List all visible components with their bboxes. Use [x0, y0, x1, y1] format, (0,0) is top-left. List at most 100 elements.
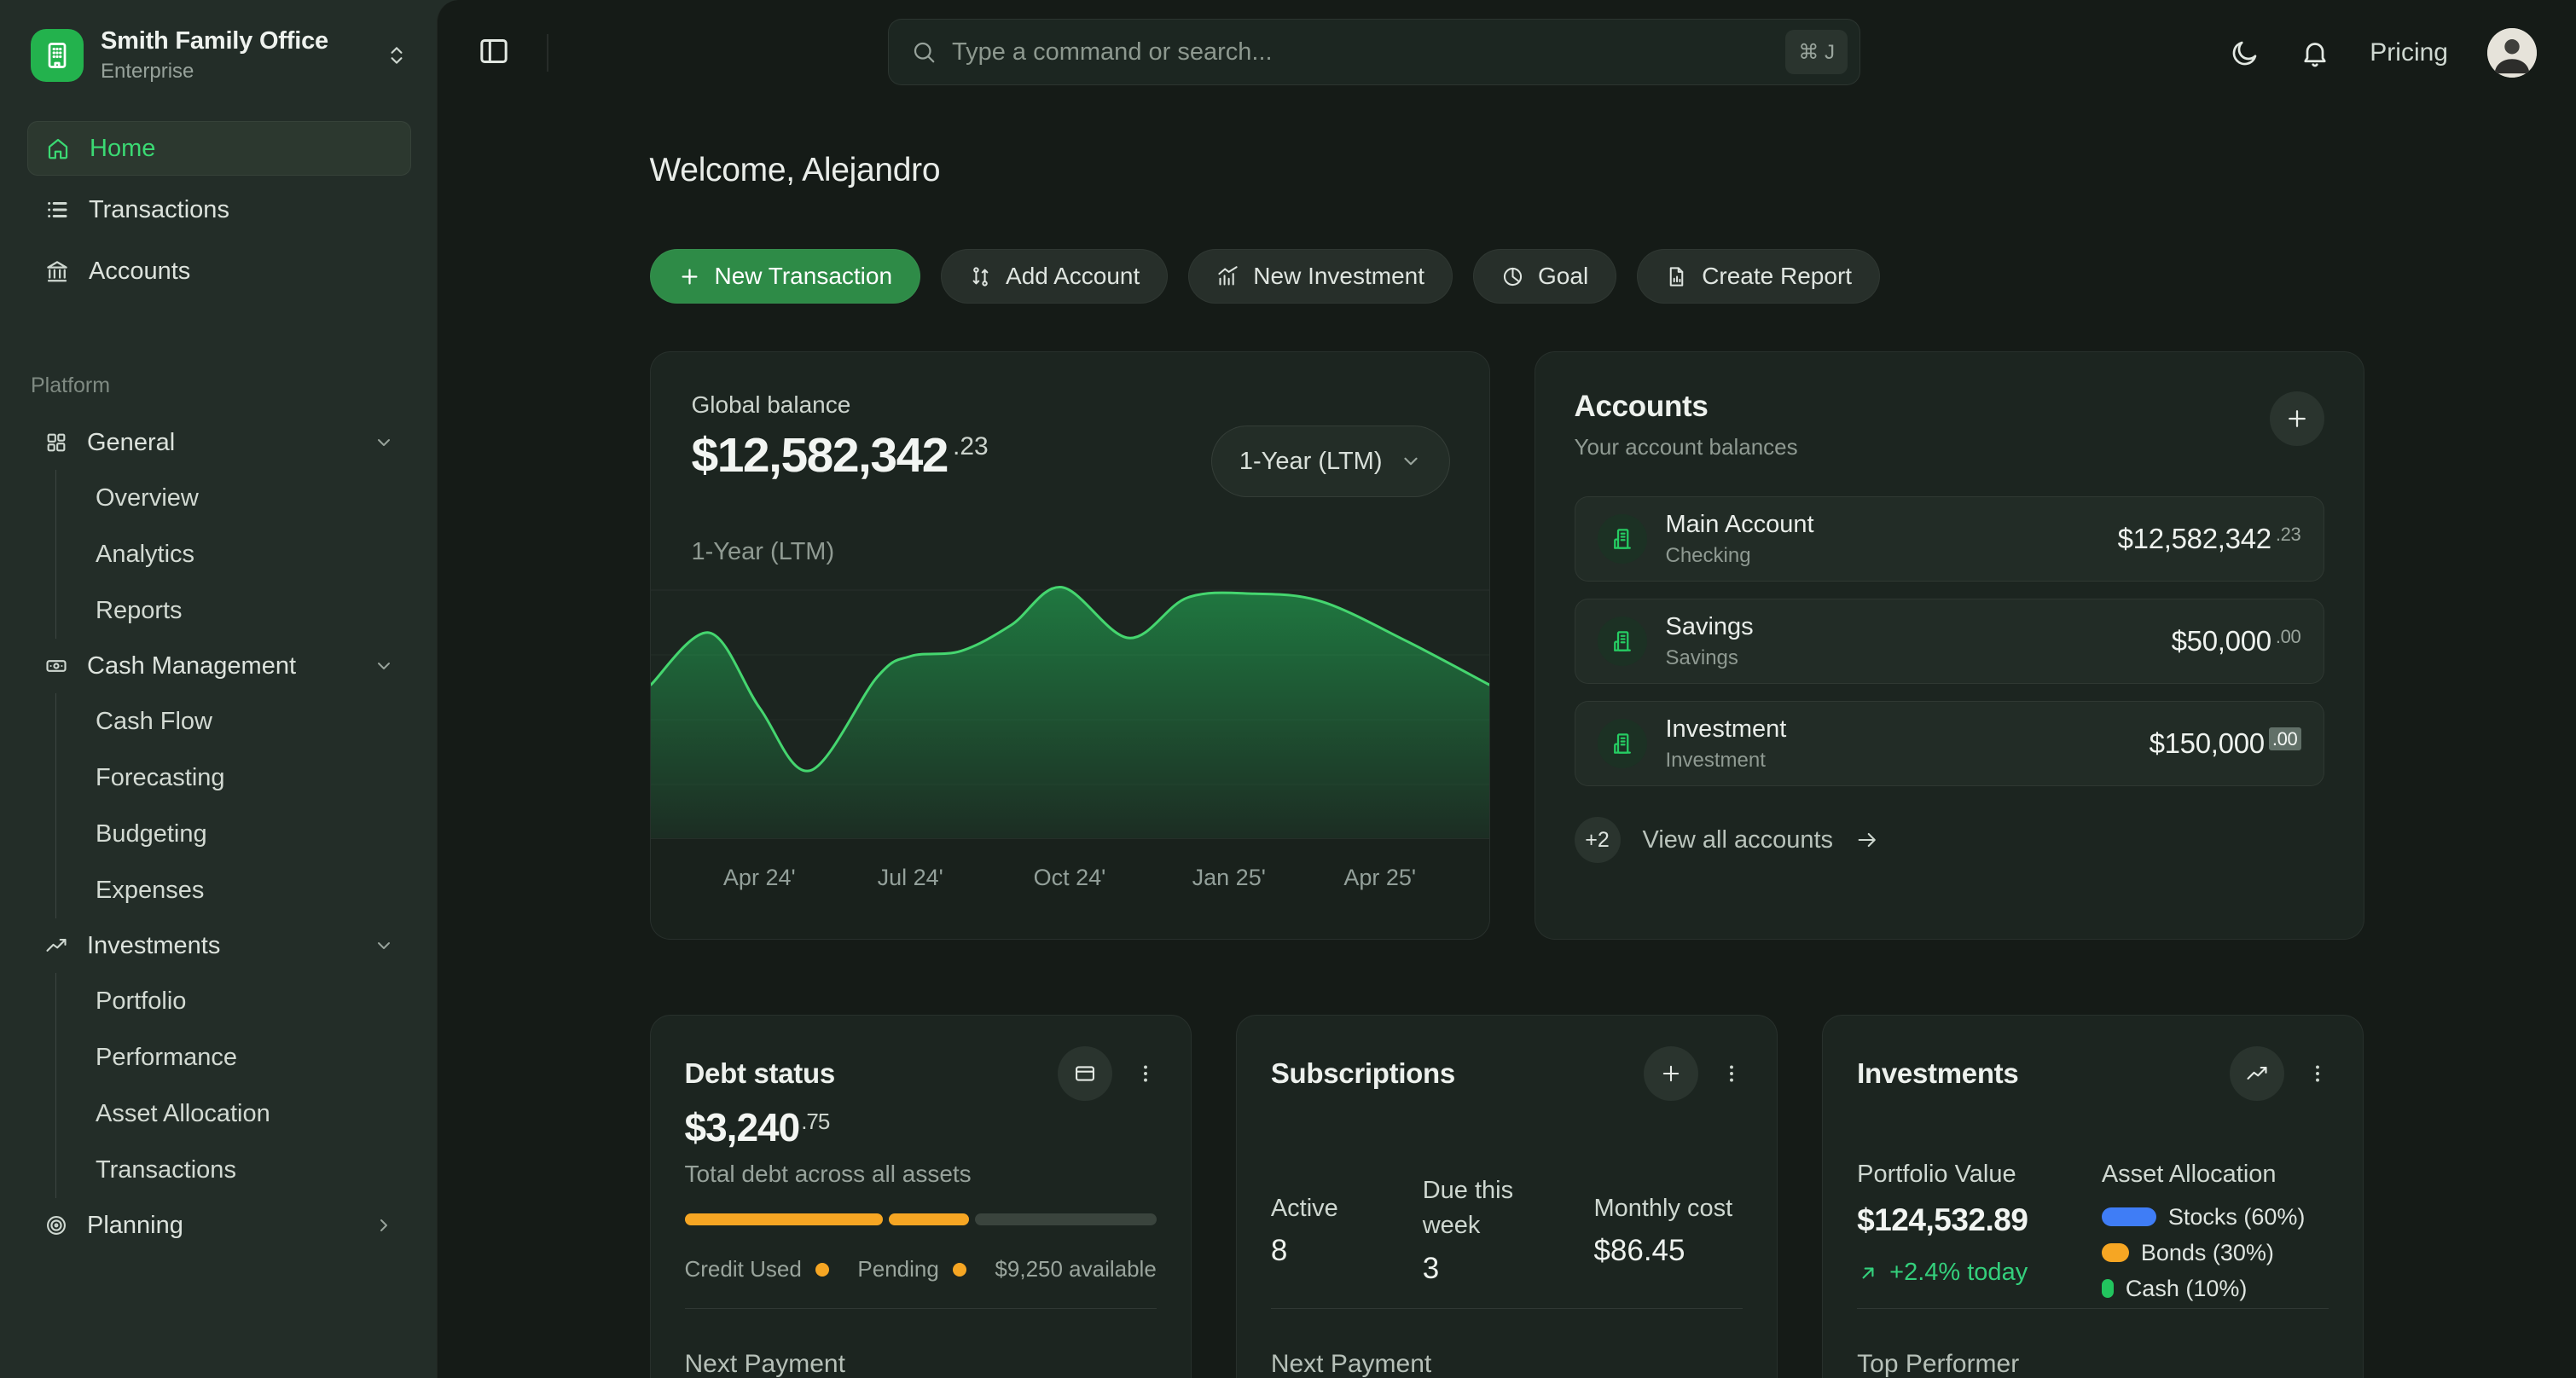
sidebar-item-cash-flow[interactable]: Cash Flow	[56, 693, 411, 750]
bank-building-icon	[1598, 514, 1647, 564]
bank-icon	[44, 258, 70, 284]
dark-mode-toggle-button[interactable]	[2230, 38, 2260, 68]
sidebar-item-budgeting[interactable]: Budgeting	[56, 806, 411, 862]
add-account-button[interactable]: Add Account	[941, 249, 1168, 304]
moon-icon	[2230, 38, 2260, 68]
workspace-switcher[interactable]: Smith Family Office Enterprise	[27, 22, 411, 89]
sidebar-item-asset-allocation[interactable]: Asset Allocation	[56, 1086, 411, 1142]
user-avatar[interactable]	[2487, 28, 2537, 78]
x-axis-tick: Jan 25'	[1192, 865, 1266, 891]
debt-amount-decimal: .75	[801, 1109, 829, 1134]
sidebar-item-portfolio[interactable]: Portfolio	[56, 973, 411, 1029]
account-type: Investment	[1666, 749, 1787, 773]
add-account-plus-button[interactable]	[2270, 391, 2324, 446]
subscriptions-card: Subscriptions Active	[1236, 1015, 1778, 1378]
account-row-savings[interactable]: Savings Savings $50,000.00	[1575, 599, 2324, 684]
allocation-label: Stocks (60%)	[2168, 1204, 2306, 1230]
kebab-menu-icon[interactable]	[1720, 1062, 1743, 1085]
debt-progress-remaining	[975, 1213, 1157, 1225]
sidebar-item-home[interactable]: Home	[27, 121, 411, 176]
next-payment-label: Next Payment	[685, 1350, 845, 1378]
accounts-card-title: Accounts	[1575, 390, 2324, 424]
chevron-down-icon	[1400, 450, 1422, 472]
sidebar-item-performance[interactable]: Performance	[56, 1029, 411, 1086]
account-row-main[interactable]: Main Account Checking $12,582,342.23	[1575, 496, 2324, 582]
sidebar-item-label: Reports	[96, 597, 183, 625]
accounts-card: Accounts Your account balances Main Acco…	[1535, 351, 2364, 940]
bottom-cards-row: Debt status $3,240.75	[650, 1015, 2364, 1378]
account-balance-decimal: .00	[2276, 626, 2301, 647]
sidebar-item-label: Budgeting	[96, 820, 207, 848]
sidebar-item-transactions[interactable]: Transactions	[27, 182, 411, 237]
balance-card-title: Global balance	[692, 391, 851, 419]
more-accounts-badge: +2	[1575, 817, 1621, 863]
trending-up-icon	[44, 934, 68, 958]
allocation-item-bonds: Bonds (30%)	[2102, 1240, 2329, 1265]
investments-trend-button[interactable]	[2230, 1046, 2284, 1101]
sidebar-item-accounts[interactable]: Accounts	[27, 244, 411, 298]
sidebar-group-planning[interactable]: Planning	[27, 1198, 411, 1253]
sidebar-item-label: Performance	[96, 1044, 237, 1072]
x-axis-tick: Oct 24'	[1034, 865, 1106, 891]
account-type: Checking	[1666, 544, 1814, 568]
sidebar-item-forecasting[interactable]: Forecasting	[56, 750, 411, 806]
sidebar-item-inv-transactions[interactable]: Transactions	[56, 1142, 411, 1198]
subscription-stats: Active 8 Due this week 3 Monthly cost $8…	[1271, 1166, 1743, 1294]
allocation-swatch	[2102, 1207, 2156, 1226]
account-list: Main Account Checking $12,582,342.23 Sav…	[1575, 496, 2324, 786]
sidebar-group-investments[interactable]: Investments	[27, 918, 411, 973]
debt-progress-pending	[889, 1213, 969, 1225]
sidebar-item-label: Transactions	[89, 196, 229, 224]
investments-card-title: Investments	[1857, 1057, 2018, 1090]
sidebar-item-label: Expenses	[96, 877, 204, 905]
command-search[interactable]: ⌘ J	[888, 19, 1860, 85]
account-row-investment[interactable]: Investment Investment $150,000.00	[1575, 701, 2324, 786]
notifications-button[interactable]	[2300, 38, 2330, 68]
page-title: Welcome, Alejandro	[650, 152, 2364, 189]
subscriptions-card-title: Subscriptions	[1271, 1057, 1455, 1090]
sidebar-group-general[interactable]: General	[27, 415, 411, 470]
sidebar-toggle-button[interactable]	[477, 34, 511, 68]
next-payment-label: Next Payment	[1271, 1350, 1431, 1378]
button-label: Create Report	[1702, 263, 1852, 290]
sidebar-group-cash-management[interactable]: Cash Management	[27, 639, 411, 693]
chart-x-axis: Apr 24' Jul 24' Oct 24' Jan 25' Apr 25'	[651, 838, 1489, 939]
sidebar-item-label: Analytics	[96, 541, 194, 569]
new-investment-button[interactable]: New Investment	[1188, 249, 1453, 304]
sidebar-item-reports[interactable]: Reports	[56, 582, 411, 639]
view-all-accounts-link[interactable]: +2 View all accounts	[1575, 817, 2324, 863]
kebab-menu-icon[interactable]	[2306, 1062, 2329, 1085]
add-subscription-button[interactable]	[1644, 1046, 1698, 1101]
pricing-link[interactable]: Pricing	[2370, 38, 2448, 67]
debt-card-action-button[interactable]	[1058, 1046, 1112, 1101]
button-label: New Investment	[1253, 263, 1424, 290]
search-input[interactable]	[952, 38, 1770, 67]
account-balance-decimal: .00	[2269, 727, 2301, 750]
button-label: Add Account	[1006, 263, 1140, 290]
portfolio-value-label: Portfolio Value	[1857, 1161, 2085, 1189]
workspace-plan: Enterprise	[101, 60, 328, 84]
banknote-icon	[44, 654, 68, 678]
sidebar-group-label: Investments	[87, 932, 220, 960]
allocation-swatch	[2102, 1279, 2114, 1298]
balance-period-label: 1-Year (LTM)	[692, 538, 835, 566]
kebab-menu-icon[interactable]	[1134, 1062, 1157, 1085]
sidebar-item-overview[interactable]: Overview	[56, 470, 411, 526]
goal-button[interactable]: Goal	[1473, 249, 1616, 304]
sidebar-item-expenses[interactable]: Expenses	[56, 862, 411, 918]
range-selector-dropdown[interactable]: 1-Year (LTM)	[1211, 426, 1450, 497]
new-transaction-button[interactable]: New Transaction	[650, 249, 921, 304]
card-divider	[1271, 1308, 1743, 1309]
create-report-button[interactable]: Create Report	[1637, 249, 1880, 304]
topbar: ⌘ J Pricing	[438, 0, 2576, 106]
change-value: +2.4% today	[1889, 1259, 2028, 1287]
plus-icon	[2284, 406, 2310, 431]
debt-card-title: Debt status	[685, 1057, 835, 1090]
top-performer-label: Top Performer	[1857, 1350, 2019, 1378]
sidebar-item-label: Home	[90, 135, 155, 163]
x-axis-tick: Apr 24'	[723, 865, 796, 891]
sidebar-item-analytics[interactable]: Analytics	[56, 526, 411, 582]
debt-legend: Credit Used Pending $9,250 available	[685, 1256, 1157, 1282]
account-name: Savings	[1666, 613, 1754, 641]
accounts-card-subtitle: Your account balances	[1575, 434, 2324, 460]
